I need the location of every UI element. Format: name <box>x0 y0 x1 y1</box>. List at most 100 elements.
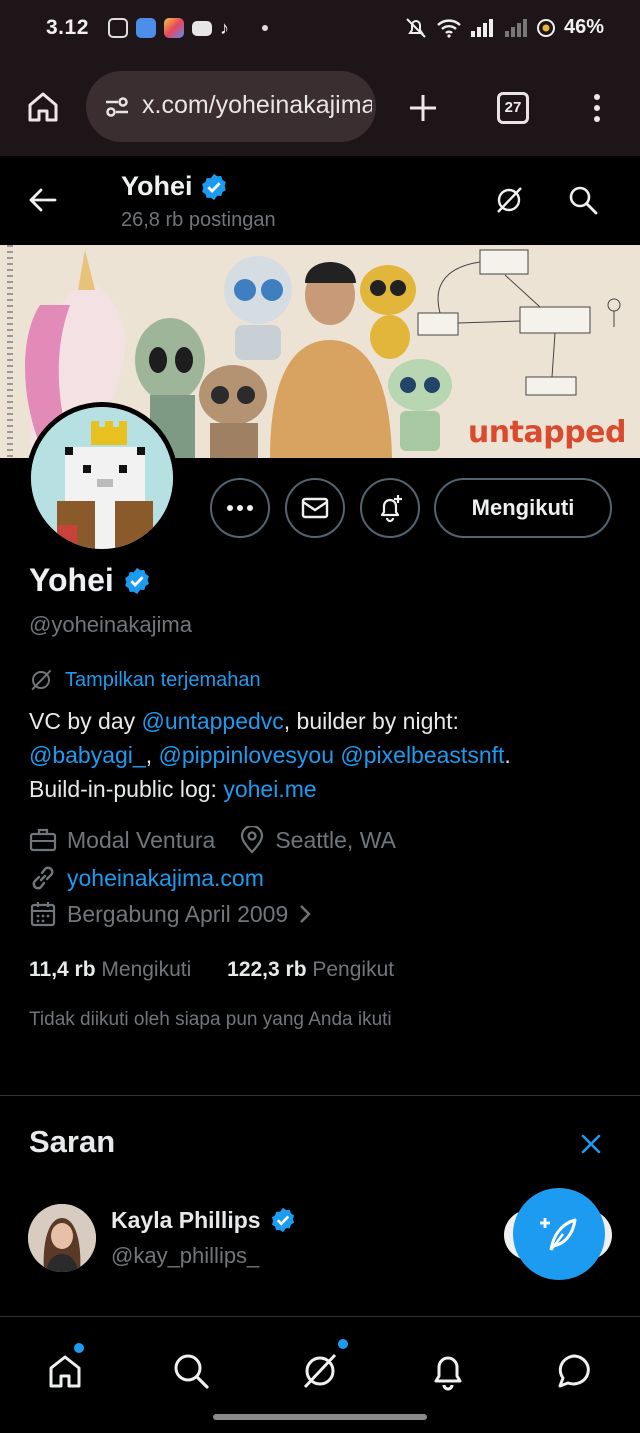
following-stat[interactable]: 11,4 rb Mengikuti <box>29 958 191 981</box>
grok-icon <box>31 669 52 691</box>
home-notification-dot <box>74 1343 84 1353</box>
person-photo <box>28 1204 96 1272</box>
url-bar[interactable]: x.com/yoheinakajima <box>86 71 376 142</box>
bell-icon <box>434 1356 462 1391</box>
profile-handle: @yoheinakajima <box>29 612 192 637</box>
more-options-button[interactable] <box>210 478 270 538</box>
browser-toolbar: x.com/yoheinakajima 27 <box>0 58 640 156</box>
compose-button[interactable] <box>513 1188 605 1280</box>
briefcase-icon <box>29 828 57 852</box>
home-icon <box>49 1355 81 1388</box>
pixel-bear-avatar <box>31 407 173 549</box>
verified-badge-icon <box>201 173 226 200</box>
message-icon <box>558 1354 590 1388</box>
nav-home[interactable] <box>35 1341 95 1401</box>
bio-mention-untappedvc[interactable]: @untappedvc <box>142 708 284 734</box>
grok-button[interactable] <box>494 185 524 215</box>
following-label: Mengikuti <box>101 958 192 981</box>
tiktok-icon: ♪ <box>220 18 229 38</box>
profile-joined-row[interactable]: Bergabung April 2009 <box>29 900 312 928</box>
chevron-right-icon <box>300 905 311 923</box>
url-text: x.com/yoheinakajima <box>142 91 372 119</box>
site-settings-icon[interactable] <box>104 96 130 118</box>
battery-saver-icon <box>536 18 555 37</box>
profile-joined: Bergabung April 2009 <box>67 900 289 927</box>
bio-text: Build-in-public log: <box>29 776 224 802</box>
wifi-icon <box>437 18 461 38</box>
more-icon <box>227 505 253 511</box>
header-title-text: Yohei <box>121 171 193 201</box>
menu-icon <box>594 94 600 122</box>
calendar-icon <box>30 902 56 927</box>
bio-mention-babyagi[interactable]: @babyagi_ <box>29 742 146 768</box>
mute-icon <box>406 17 426 38</box>
profile-meta-row-2: yoheinakajima.com <box>29 864 264 892</box>
bio-link-yohei-me[interactable]: yohei.me <box>223 776 316 802</box>
profile-meta-row-1: Modal Ventura Seattle, WA <box>29 826 396 854</box>
profile-header-bar: Yohei 26,8 rb postingan <box>0 157 640 245</box>
following-button[interactable]: Mengikuti <box>434 478 612 538</box>
mail-icon <box>301 497 329 519</box>
verified-badge-icon[interactable] <box>122 566 152 596</box>
plus-icon <box>410 95 436 121</box>
grok-icon <box>497 187 522 213</box>
profile-bio: VC by day @untappedvc, builder by night:… <box>29 704 619 806</box>
following-count: 11,4 rb <box>29 958 96 981</box>
new-tab-button[interactable] <box>406 91 440 125</box>
section-divider <box>0 1095 640 1096</box>
bio-line-3: Build-in-public log: yohei.me <box>29 772 619 806</box>
nav-grok[interactable] <box>290 1339 350 1401</box>
nav-notifications[interactable] <box>418 1341 478 1401</box>
nav-messages[interactable] <box>545 1341 605 1401</box>
link-icon <box>32 866 54 890</box>
suggestion-avatar[interactable] <box>28 1204 96 1272</box>
translate-link[interactable]: Tampilkan terjemahan <box>29 668 261 692</box>
location-icon <box>241 826 264 854</box>
grok-notification-dot <box>338 1339 348 1349</box>
photos-icon <box>164 18 184 38</box>
notification-icons: ♪ <box>108 18 268 38</box>
followers-label: Pengikut <box>312 958 395 981</box>
dismiss-suggestions-button[interactable] <box>580 1133 602 1155</box>
followers-stat[interactable]: 122,3 rb Pengikut <box>227 958 394 981</box>
compose-icon <box>540 1218 577 1251</box>
message-button[interactable] <box>285 478 345 538</box>
browser-home-button[interactable] <box>24 88 62 126</box>
notification-subscribe-button[interactable] <box>360 478 420 538</box>
suggestions-title: Saran <box>29 1124 116 1159</box>
status-right: 46% <box>404 16 604 39</box>
profile-location: Seattle, WA <box>275 826 396 853</box>
search-button[interactable] <box>568 185 598 215</box>
nav-search[interactable] <box>161 1341 221 1401</box>
profile-avatar[interactable] <box>26 402 178 554</box>
header-title: Yohei <box>121 171 229 202</box>
verified-badge-icon <box>271 1207 294 1233</box>
suggestion-handle: @kay_phillips_ <box>111 1243 260 1268</box>
suggestion-name-text: Kayla Phillips <box>111 1206 261 1233</box>
followers-count: 122,3 rb <box>227 958 307 981</box>
grok-icon <box>303 1353 337 1389</box>
close-icon <box>581 1134 601 1154</box>
profile-website[interactable]: yoheinakajima.com <box>67 865 264 892</box>
profile-name-text: Yohei <box>29 562 114 598</box>
status-bar: 3.12 ♪ 46% <box>0 0 640 58</box>
back-button[interactable] <box>28 187 58 213</box>
gesture-bar[interactable] <box>213 1414 427 1420</box>
follow-stats: 11,4 rb Mengikuti 122,3 rb Pengikut <box>29 958 394 982</box>
bio-text: , <box>145 742 159 768</box>
profile-category: Modal Ventura <box>67 826 216 853</box>
suggestion-name[interactable]: Kayla Phillips <box>111 1206 297 1234</box>
search-icon <box>569 186 598 215</box>
bio-mention-pippinlovesyou[interactable]: @pippinlovesyou <box>159 742 335 768</box>
app-icon <box>136 18 156 38</box>
browser-menu-button[interactable] <box>590 92 604 124</box>
tabs-icon[interactable]: 27 <box>497 92 529 124</box>
profile-name: Yohei <box>29 562 152 599</box>
bio-line-2: @babyagi_, @pippinlovesyou @pixelbeastsn… <box>29 738 619 772</box>
bio-text: VC by day <box>29 708 142 734</box>
home-icon <box>28 92 58 122</box>
notify-bell-icon <box>380 495 402 523</box>
bio-mention-pixelbeastsnft[interactable]: @pixelbeastsnft <box>340 742 504 768</box>
back-arrow-icon <box>29 188 57 212</box>
status-time: 3.12 <box>46 16 89 39</box>
